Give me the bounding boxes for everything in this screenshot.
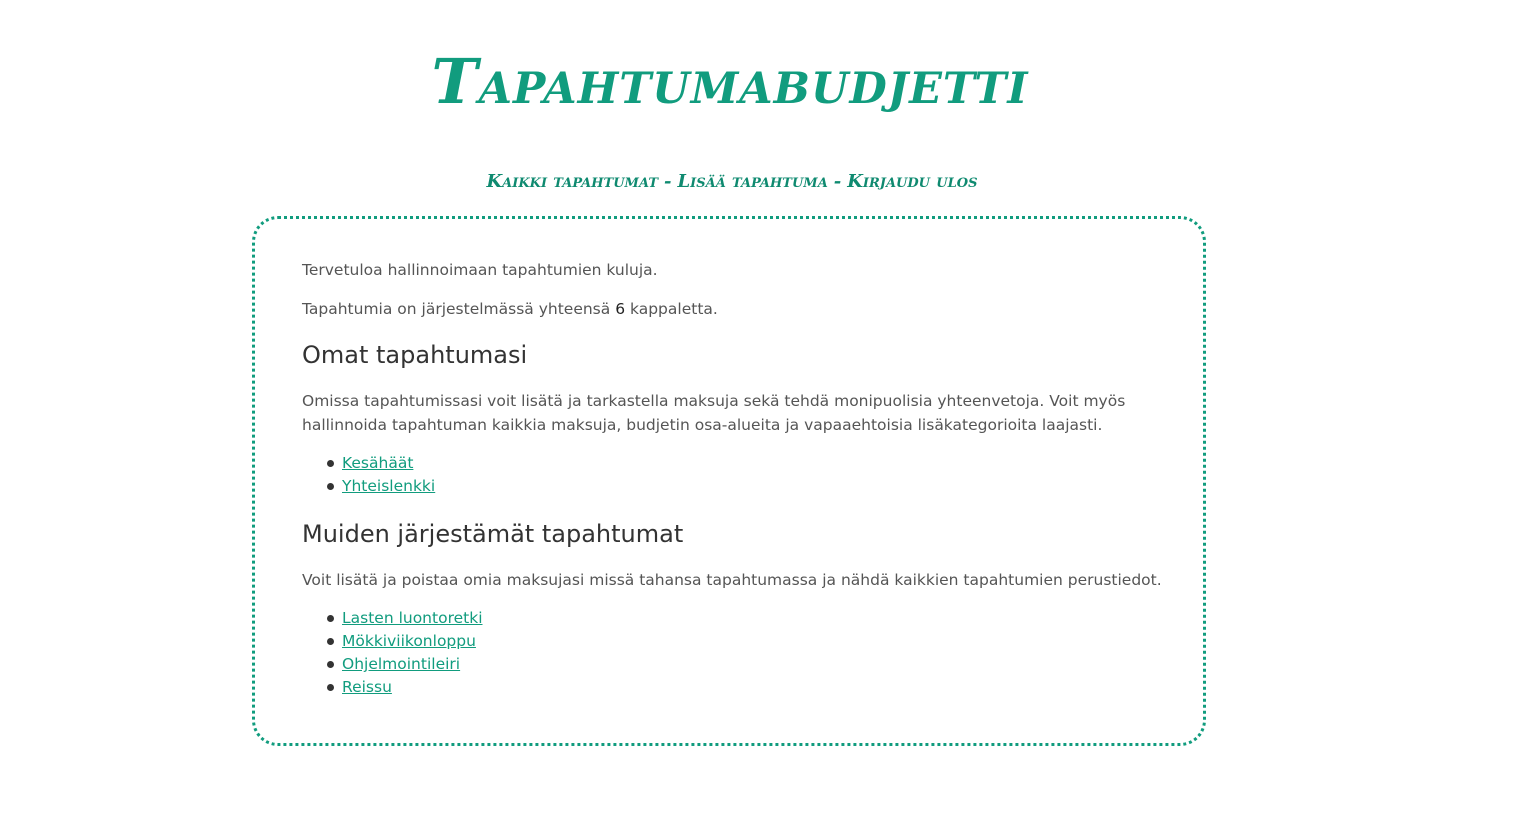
bullet-icon: [327, 483, 334, 490]
other-events-description: Voit lisätä ja poistaa omia maksujasi mi…: [302, 571, 1162, 589]
event-count-value: 6: [615, 300, 626, 318]
bullet-icon: [327, 615, 334, 622]
list-item: Ohjelmointileiri: [327, 653, 1162, 676]
bullet-icon: [327, 661, 334, 668]
event-link-mokkiviikonloppu[interactable]: Mökkiviikonloppu: [342, 632, 476, 650]
other-events-heading: Muiden järjestämät tapahtumat: [302, 520, 684, 548]
welcome-text: Tervetuloa hallinnoimaan tapahtumien kul…: [302, 261, 658, 279]
event-link-reissu[interactable]: Reissu: [342, 678, 392, 696]
nav-separator: -: [664, 171, 672, 192]
main-nav: Kaikki tapahtumat - Lisää tapahtuma - Kirjau…: [0, 170, 1464, 194]
bullet-icon: [327, 460, 334, 467]
bullet-icon: [327, 684, 334, 691]
other-events-list: Lasten luontoretki Mökkiviikonloppu Ohje…: [302, 607, 1162, 699]
own-events-description: Omissa tapahtumissasi voit lisätä ja tar…: [302, 392, 1126, 434]
event-count-suffix: kappaletta.: [630, 300, 718, 318]
event-count-prefix: Tapahtumia on järjestelmässä yhteensä: [302, 300, 611, 318]
bullet-icon: [327, 638, 334, 645]
nav-add-event-link[interactable]: Lisää tapahtuma: [677, 171, 827, 192]
event-link-ohjelmointileiri[interactable]: Ohjelmointileiri: [342, 655, 460, 673]
own-events-heading: Omat tapahtumasi: [302, 341, 528, 369]
list-item: Yhteislenkki: [327, 475, 1162, 498]
nav-all-events-link[interactable]: Kaikki tapahtumat: [487, 171, 658, 192]
site-title: Tapahtumabudjetti: [431, 45, 1029, 118]
event-count-text: Tapahtumia on järjestelmässä yhteensä 6 …: [302, 297, 1162, 321]
list-item: Kesähäät: [327, 452, 1162, 475]
event-link-lasten-luontoretki[interactable]: Lasten luontoretki: [342, 609, 483, 627]
list-item: Lasten luontoretki: [327, 607, 1162, 630]
event-link-yhteislenkki[interactable]: Yhteislenkki: [342, 477, 435, 495]
list-item: Mökkiviikonloppu: [327, 630, 1162, 653]
own-events-list: Kesähäät Yhteislenkki: [302, 452, 1162, 498]
list-item: Reissu: [327, 676, 1162, 699]
event-link-kesahaat[interactable]: Kesähäät: [342, 454, 413, 472]
nav-logout-link[interactable]: Kirjaudu ulos: [847, 171, 977, 192]
main-content: Tervetuloa hallinnoimaan tapahtumien kul…: [302, 258, 1162, 699]
nav-separator: -: [833, 171, 842, 192]
